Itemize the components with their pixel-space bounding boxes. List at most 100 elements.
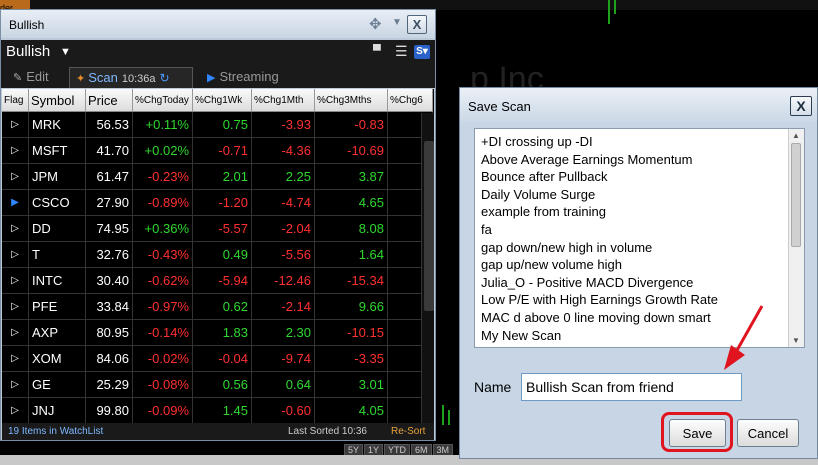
- watchlist-tabs: ✎ Edit ✦ Scan 10:36a ↻ ▶ Streaming: [1, 64, 435, 88]
- column-header-chg-today[interactable]: %ChgToday: [132, 89, 193, 112]
- table-row[interactable]: ▷ MSFT 41.70 +0.02% -0.71 -4.36 -10.69: [2, 137, 433, 164]
- flag-icon[interactable]: ▶: [2, 189, 29, 216]
- table-row[interactable]: ▷ T 32.76 -0.43% 0.49 -5.56 1.64: [2, 241, 433, 268]
- watchlist-dropdown-icon[interactable]: ▼: [60, 46, 71, 58]
- table-row[interactable]: ▷ DD 74.95 +0.36% -5.57 -2.04 8.08: [2, 215, 433, 242]
- flag-icon[interactable]: ▷: [2, 215, 29, 242]
- background-chart-bar: [442, 405, 444, 425]
- list-item[interactable]: MAC d above 0 line moving down smart: [481, 309, 804, 327]
- table-row[interactable]: ▷ PFE 33.84 -0.97% 0.62 -2.14 9.66: [2, 293, 433, 320]
- print-icon[interactable]: ▀: [373, 45, 381, 57]
- play-icon: ▶: [207, 72, 216, 84]
- scan-name-input[interactable]: [521, 373, 742, 401]
- background-chart-bar: [614, 0, 616, 14]
- table-row[interactable]: ▷ AXP 80.95 -0.14% 1.83 2.30 -10.15: [2, 319, 433, 346]
- list-item[interactable]: My New Scan: [481, 327, 804, 345]
- flag-icon[interactable]: ▷: [2, 137, 29, 164]
- table-row[interactable]: ▷ MRK 56.53 +0.11% 0.75 -3.93 -0.83: [2, 111, 433, 138]
- symbol-cell: T: [28, 241, 86, 268]
- price-cell: 27.90: [85, 189, 133, 216]
- column-header-price[interactable]: Price: [85, 89, 133, 112]
- list-item[interactable]: Julia_O - Positive MACD Divergence: [481, 274, 804, 292]
- tab-edit-label: Edit: [26, 69, 49, 84]
- column-header-chg-1mth[interactable]: %Chg1Mth: [251, 89, 315, 112]
- name-label: Name: [474, 379, 512, 395]
- move-icon[interactable]: ✥: [369, 15, 382, 33]
- chg-today-cell: -0.08%: [132, 371, 193, 398]
- flag-icon[interactable]: ▷: [2, 241, 29, 268]
- watchlist-close-button[interactable]: X: [407, 15, 427, 34]
- table-row[interactable]: ▷ XOM 84.06 -0.02% -0.04 -9.74 -3.35: [2, 345, 433, 372]
- scan-list-items: +DI crossing up -DI Above Average Earning…: [475, 129, 804, 344]
- tab-scan-label: Scan: [88, 70, 118, 85]
- chg-1mth-cell: -2.14: [251, 293, 315, 320]
- dialog-titlebar[interactable]: Save Scan X: [460, 88, 817, 122]
- refresh-icon[interactable]: ↻: [160, 71, 170, 85]
- flag-icon[interactable]: ▷: [2, 397, 29, 423]
- chevron-down-icon[interactable]: ▼: [392, 17, 402, 28]
- dialog-close-button[interactable]: X: [790, 96, 812, 116]
- list-item[interactable]: Low P/E with High Earnings Growth Rate: [481, 291, 804, 309]
- chg-1wk-cell: -5.57: [192, 215, 252, 242]
- chg-1mth-cell: -5.56: [251, 241, 315, 268]
- table-row[interactable]: ▷ JPM 61.47 -0.23% 2.01 2.25 3.87: [2, 163, 433, 190]
- flag-icon[interactable]: ▷: [2, 293, 29, 320]
- watchlist-name[interactable]: Bullish: [6, 43, 50, 60]
- list-item[interactable]: fa: [481, 221, 804, 239]
- chg-3mths-cell: -3.35: [314, 345, 388, 372]
- menu-icon[interactable]: ☰: [395, 43, 408, 60]
- chg-1mth-cell: -9.74: [251, 345, 315, 372]
- flag-icon[interactable]: ▷: [2, 371, 29, 398]
- chg-1mth-cell: -12.46: [251, 267, 315, 294]
- chg-1mth-cell: -0.60: [251, 397, 315, 423]
- resort-link[interactable]: Re-Sort: [391, 426, 425, 437]
- item-count: 19 Items in WatchList: [8, 426, 104, 437]
- list-item[interactable]: example from training: [481, 203, 804, 221]
- chg-1wk-cell: 0.56: [192, 371, 252, 398]
- flag-icon[interactable]: ▷: [2, 163, 29, 190]
- table-row[interactable]: ▷ JNJ 99.80 -0.09% 1.45 -0.60 4.05: [2, 397, 433, 423]
- cancel-button[interactable]: Cancel: [737, 419, 799, 447]
- price-cell: 25.29: [85, 371, 133, 398]
- chg-1wk-cell: 0.62: [192, 293, 252, 320]
- list-item[interactable]: gap up/new volume high: [481, 256, 804, 274]
- column-header-chg-6[interactable]: %Chg6: [387, 89, 433, 112]
- list-item[interactable]: Above Average Earnings Momentum: [481, 151, 804, 169]
- watchlist-status-bar: 19 Items in WatchList Last Sorted 10:36 …: [2, 423, 434, 440]
- flag-icon[interactable]: ▷: [2, 111, 29, 138]
- watchlist-scrollbar[interactable]: [421, 113, 434, 423]
- list-item[interactable]: Bounce after Pullback: [481, 168, 804, 186]
- save-button[interactable]: Save: [669, 419, 726, 447]
- chg-1wk-cell: 1.83: [192, 319, 252, 346]
- scroll-up-icon[interactable]: ▲: [792, 131, 800, 140]
- table-row[interactable]: ▶ CSCO 27.90 -0.89% -1.20 -4.74 4.65: [2, 189, 433, 216]
- watchlist-titlebar[interactable]: Bullish ✥ ▼ X: [1, 10, 435, 38]
- price-cell: 99.80: [85, 397, 133, 423]
- column-header-flag[interactable]: Flag: [2, 89, 29, 112]
- table-row[interactable]: ▷ GE 25.29 -0.08% 0.56 0.64 3.01: [2, 371, 433, 398]
- scan-list-scroll-thumb[interactable]: [791, 143, 801, 247]
- tab-streaming[interactable]: ▶ Streaming: [207, 67, 279, 88]
- chg-today-cell: -0.43%: [132, 241, 193, 268]
- watchlist-scroll-thumb[interactable]: [424, 141, 434, 311]
- chg-1mth-cell: 0.64: [251, 371, 315, 398]
- symbol-cell: DD: [28, 215, 86, 242]
- scroll-down-icon[interactable]: ▼: [792, 336, 800, 345]
- column-header-symbol[interactable]: Symbol: [28, 89, 86, 112]
- list-item[interactable]: gap down/new high in volume: [481, 239, 804, 257]
- table-row[interactable]: ▷ INTC 30.40 -0.62% -5.94 -12.46 -15.34: [2, 267, 433, 294]
- scan-list-scrollbar[interactable]: ▲ ▼: [788, 129, 804, 347]
- chg-today-cell: +0.11%: [132, 111, 193, 138]
- chg-3mths-cell: 4.65: [314, 189, 388, 216]
- flag-icon[interactable]: ▷: [2, 345, 29, 372]
- scan-list[interactable]: +DI crossing up -DI Above Average Earning…: [474, 128, 805, 348]
- list-item[interactable]: Daily Volume Surge: [481, 186, 804, 204]
- tab-scan[interactable]: ✦ Scan 10:36a ↻: [69, 67, 193, 88]
- column-header-chg-1wk[interactable]: %Chg1Wk: [192, 89, 252, 112]
- list-item[interactable]: +DI crossing up -DI: [481, 133, 804, 151]
- flag-icon[interactable]: ▷: [2, 267, 29, 294]
- share-icon[interactable]: S▾: [414, 45, 430, 59]
- column-header-chg-3mths[interactable]: %Chg3Mths: [314, 89, 388, 112]
- tab-edit[interactable]: ✎ Edit: [13, 67, 49, 88]
- flag-icon[interactable]: ▷: [2, 319, 29, 346]
